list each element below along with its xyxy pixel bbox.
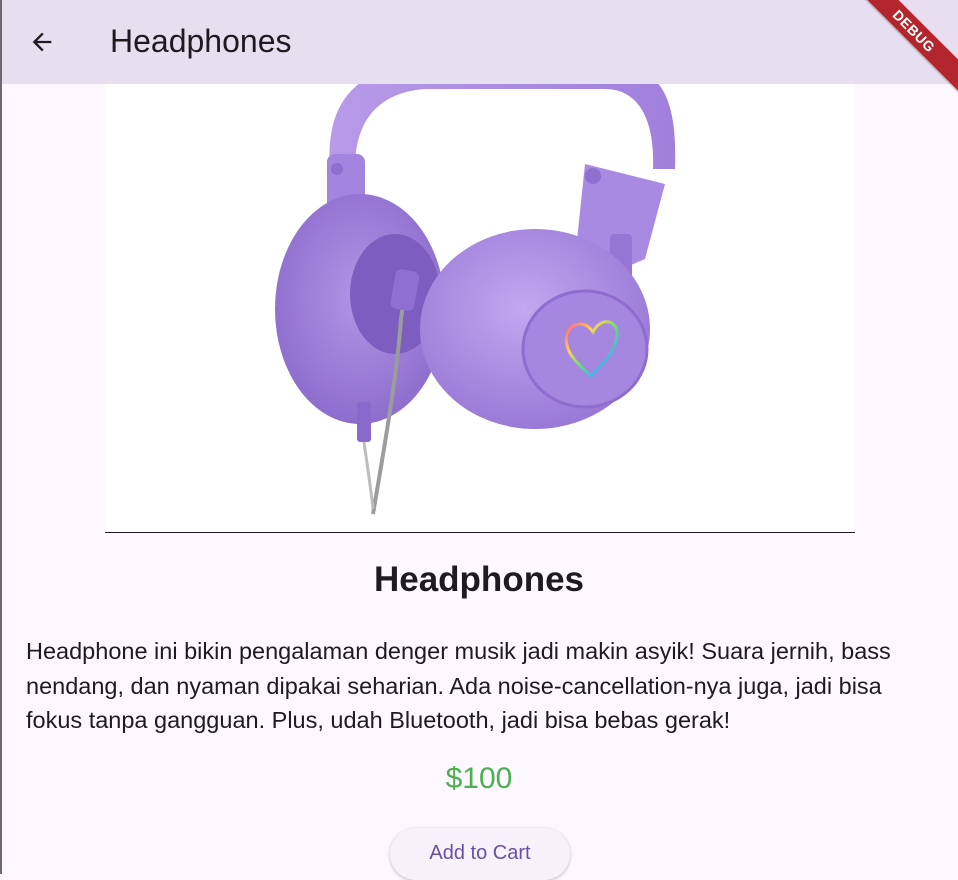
headphones-image: [275, 84, 676, 515]
back-button[interactable]: [18, 18, 66, 66]
arrow-left-icon: [32, 32, 52, 52]
window-left-edge: [0, 0, 2, 874]
add-to-cart-button[interactable]: Add to Cart: [390, 828, 570, 880]
page-title: Headphones: [110, 23, 292, 59]
product-image: [105, 84, 855, 533]
app-bar: Headphones: [2, 0, 958, 84]
product-name: Headphones: [373, 560, 585, 599]
product-description: Headphone ini bikin pengalaman denger mu…: [26, 638, 891, 733]
product-price: $100: [445, 762, 513, 795]
